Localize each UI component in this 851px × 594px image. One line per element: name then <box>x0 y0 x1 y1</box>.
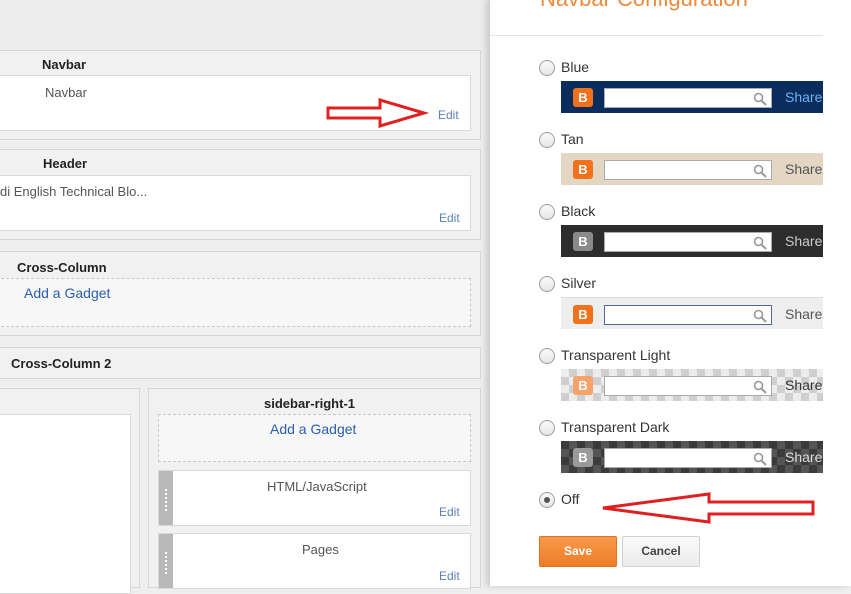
sidebar-right-section: sidebar-right-1 Add a Gadget HTML/JavaSc… <box>148 388 481 589</box>
gadget-name: HTML/JavaScript <box>267 479 367 494</box>
gadget-name: di English Technical Blo... <box>0 184 148 199</box>
preview-share-text: Share <box>785 449 823 465</box>
preview-search-box <box>604 88 772 108</box>
pages-gadget[interactable]: Pages Edit <box>158 533 471 589</box>
preview-search-box <box>604 232 772 252</box>
gadget-name: Navbar <box>45 85 87 100</box>
radio-off[interactable] <box>539 492 555 508</box>
gadget-edit-link[interactable]: Edit <box>439 569 460 583</box>
preview-share-text: Share <box>785 161 823 177</box>
cross-column-section: Cross-Column Add a Gadget <box>0 251 481 336</box>
option-label-tan: Tan <box>561 131 584 147</box>
annotation-arrow-icon <box>602 492 815 524</box>
search-icon <box>753 452 767 466</box>
preview-search-box <box>604 160 772 180</box>
navbar-preview-transparent-light: B Share <box>561 369 823 401</box>
blogger-logo-icon: B <box>573 160 593 179</box>
search-icon <box>753 164 767 178</box>
preview-search-box <box>604 448 772 468</box>
dialog-title: Navbar Configuration <box>540 0 748 12</box>
gadget-edit-link[interactable]: Edit <box>439 505 460 519</box>
radio-blue[interactable] <box>539 60 555 76</box>
add-gadget-area[interactable]: Add a Gadget <box>158 414 471 462</box>
radio-transparent-light[interactable] <box>539 348 555 364</box>
search-icon <box>753 236 767 250</box>
radio-transparent-dark[interactable] <box>539 420 555 436</box>
option-label-blue: Blue <box>561 59 590 75</box>
preview-share-text: Share <box>785 377 823 393</box>
navbar-preview-blue: B Share <box>561 81 823 113</box>
preview-share-text: Share <box>785 306 823 322</box>
blogger-logo-icon: B <box>573 232 593 251</box>
option-label-transparent-dark: Transparent Dark <box>561 419 670 435</box>
radio-tan[interactable] <box>539 132 555 148</box>
navbar-preview-transparent-dark: B Share <box>561 441 823 473</box>
search-icon <box>753 380 767 394</box>
radio-silver[interactable] <box>539 276 555 292</box>
preview-search-box <box>604 305 772 325</box>
radio-black[interactable] <box>539 204 555 220</box>
save-button[interactable]: Save <box>539 536 617 567</box>
section-title: Header <box>43 156 88 171</box>
blogger-logo-icon: B <box>573 88 593 107</box>
preview-share-text: Share <box>785 89 823 105</box>
option-label-off: Off <box>561 491 580 507</box>
blogger-logo-icon: B <box>573 305 593 324</box>
gadget-name: Pages <box>302 542 339 557</box>
navbar-preview-silver: B Share <box>561 297 823 329</box>
html-javascript-gadget[interactable]: HTML/JavaScript Edit <box>158 470 471 526</box>
navbar-edit-link[interactable]: Edit <box>438 108 459 122</box>
annotation-arrow-icon <box>326 97 430 129</box>
dialog-header: Navbar Configuration <box>490 0 823 36</box>
header-section: Header di English Technical Blo... Edit <box>0 149 481 240</box>
preview-search-box <box>604 376 772 396</box>
main-column <box>0 388 140 594</box>
option-label-silver: Silver <box>561 275 597 291</box>
header-gadget[interactable]: di English Technical Blo... Edit <box>0 175 471 231</box>
search-icon <box>753 309 767 323</box>
top-strip <box>0 0 489 46</box>
preview-share-text: Share <box>785 233 823 249</box>
cross-column-2-section: Cross-Column 2 <box>0 347 481 379</box>
add-gadget-link[interactable]: Add a Gadget <box>270 421 356 437</box>
option-label-black: Black <box>561 203 596 219</box>
drag-handle[interactable] <box>159 471 173 525</box>
section-title: Cross-Column <box>17 260 107 275</box>
blogger-logo-icon: B <box>573 376 593 395</box>
search-icon <box>753 92 767 106</box>
navbar-preview-black: B Share <box>561 225 823 257</box>
section-title: Cross-Column 2 <box>11 356 112 371</box>
header-edit-link[interactable]: Edit <box>439 211 460 225</box>
section-title: sidebar-right-1 <box>264 396 356 411</box>
navbar-preview-tan: B Share <box>561 153 823 185</box>
cancel-button[interactable]: Cancel <box>622 536 700 567</box>
drag-handle[interactable] <box>159 534 173 588</box>
option-label-transparent-light: Transparent Light <box>561 347 671 363</box>
main-gadget <box>0 414 131 594</box>
section-title: Navbar <box>42 57 87 72</box>
add-gadget-link[interactable]: Add a Gadget <box>24 285 110 301</box>
blogger-logo-icon: B <box>573 448 593 467</box>
add-gadget-area[interactable]: Add a Gadget <box>0 278 471 327</box>
